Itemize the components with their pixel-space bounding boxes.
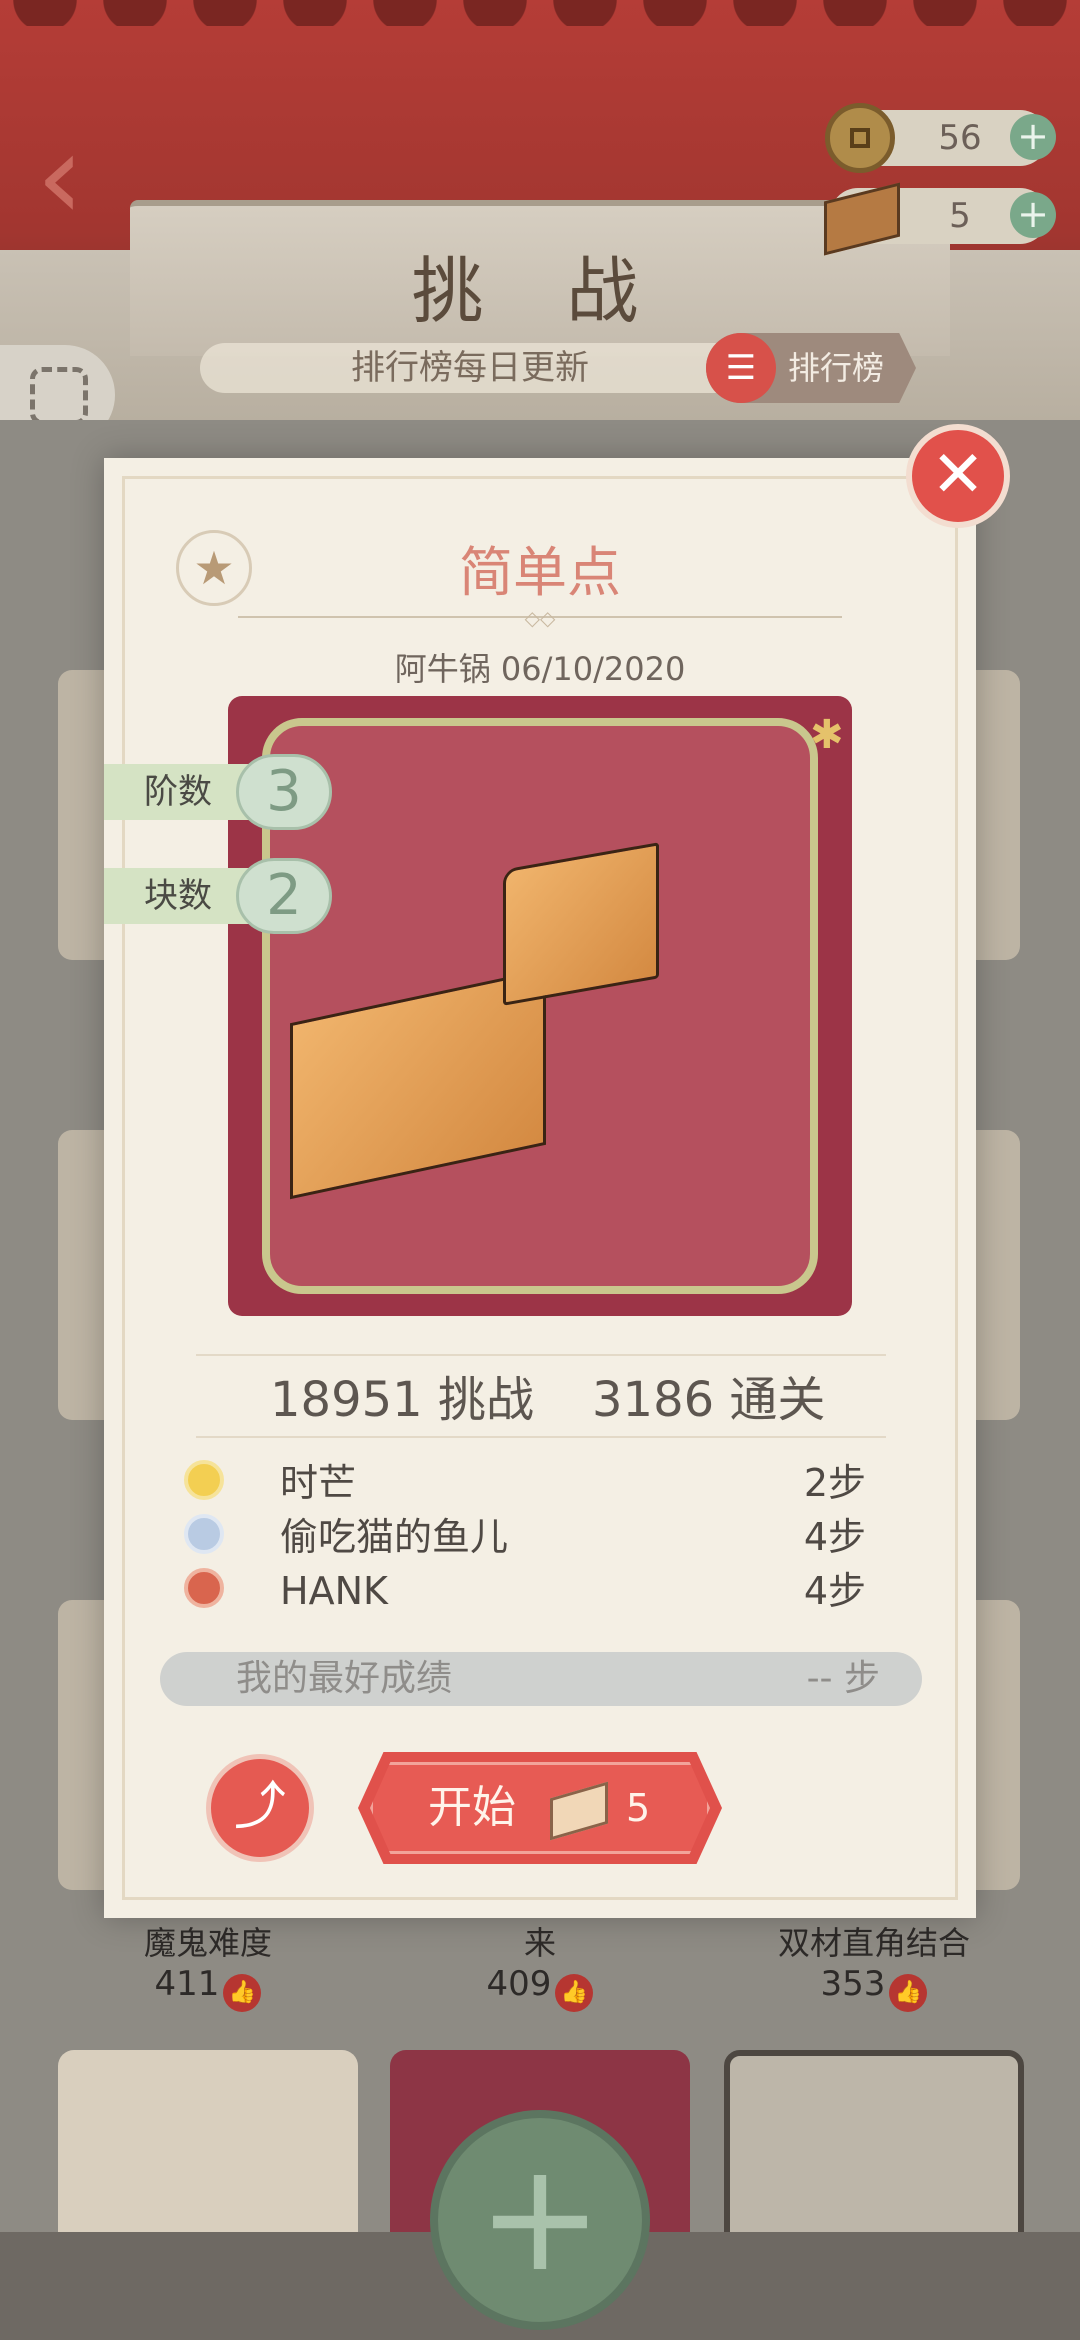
add-puzzle-button[interactable]: +: [430, 2110, 650, 2330]
puzzle-name: 简单点: [459, 541, 621, 604]
block-counter: 5 +: [824, 182, 1056, 256]
block-icon: [818, 174, 902, 258]
puzzle-card-likes: 411 👍: [108, 1964, 308, 2012]
author-date: 阿牛锅 06/10/2020: [394, 650, 686, 688]
best-score-label: 我的最好成绩: [236, 1658, 453, 1699]
pieces-value: 2: [266, 863, 302, 928]
flower-ornament-icon: ✱: [810, 712, 844, 758]
share-icon: ⤴: [233, 1777, 286, 1837]
puzzle-card-label: 双材直角结合: [777, 1924, 970, 1962]
leaderboard-name: HANK: [280, 1569, 388, 1613]
wood-block-piece: [503, 842, 659, 1006]
start-button[interactable]: 开始 5: [358, 1752, 722, 1864]
puzzle-card-likes: 353 👍: [774, 1964, 974, 2012]
banner-scallop: [0, 0, 1080, 26]
thumb-up-icon: 👍: [223, 1974, 262, 2012]
puzzle-card[interactable]: [724, 2050, 1024, 2250]
best-score-value: -- 步: [806, 1658, 880, 1699]
thumb-up-icon: 👍: [555, 1974, 594, 2012]
leaderboard-row: 时芒 2步: [180, 1456, 880, 1510]
leaderboard-row: 偷吃猫的鱼儿 4步: [180, 1510, 880, 1564]
close-icon: ✕: [931, 438, 985, 512]
add-coins-button[interactable]: +: [1010, 114, 1056, 160]
start-cost: 5: [626, 1786, 651, 1830]
star-icon: ★: [193, 541, 235, 595]
coin-count: 56: [938, 118, 982, 158]
medal-bronze-icon: [184, 1568, 224, 1608]
back-arrow-icon[interactable]: ‹: [36, 118, 106, 248]
puzzle-card-label: 来: [523, 1924, 556, 1962]
close-button[interactable]: ✕: [906, 424, 1010, 528]
coin-icon: [818, 96, 902, 180]
order-badge: 阶数 3: [104, 754, 334, 830]
scan-icon: [30, 367, 88, 425]
list-icon: ☰: [706, 333, 776, 403]
leaderboard-name: 偷吃猫的鱼儿: [280, 1515, 509, 1559]
clear-count: 3186 通关: [592, 1372, 826, 1428]
order-label: 阶数: [144, 772, 212, 812]
medal-silver-icon: [184, 1514, 224, 1554]
favorite-button[interactable]: ★: [176, 530, 252, 606]
challenge-count: 18951 挑战: [270, 1372, 534, 1428]
leaderboard-name: 时芒: [280, 1461, 357, 1505]
order-value: 3: [266, 759, 302, 824]
share-button[interactable]: ⤴: [206, 1754, 314, 1862]
thumb-up-icon: 👍: [889, 1974, 928, 2012]
start-button-label: 开始: [428, 1782, 516, 1833]
leaderboard-button[interactable]: ☰ 排行榜: [706, 333, 916, 403]
page-title: 挑 战: [411, 249, 669, 333]
leaderboard-button-label: 排行榜: [788, 349, 885, 387]
leaderboard-row: HANK 4步: [180, 1564, 880, 1618]
puzzle-card-label: 魔鬼难度: [143, 1924, 272, 1962]
block-count: 5: [949, 196, 971, 236]
leaderboard-steps: 4步: [803, 1569, 866, 1613]
subtitle-text: 排行榜每日更新: [351, 348, 589, 388]
pieces-label: 块数: [144, 876, 212, 916]
puzzle-card-likes: 409 👍: [440, 1964, 640, 2012]
leaderboard-steps: 4步: [803, 1515, 866, 1559]
divider-ornament: ◇◇: [524, 606, 556, 630]
leaderboard-steps: 2步: [803, 1461, 866, 1505]
add-blocks-button[interactable]: +: [1010, 192, 1056, 238]
coin-counter: 56 +: [825, 103, 1056, 173]
add-icon: +: [477, 2131, 603, 2305]
puzzle-card[interactable]: [58, 2050, 358, 2250]
pieces-badge: 块数 2: [104, 858, 334, 934]
medal-gold-icon: [184, 1460, 224, 1500]
